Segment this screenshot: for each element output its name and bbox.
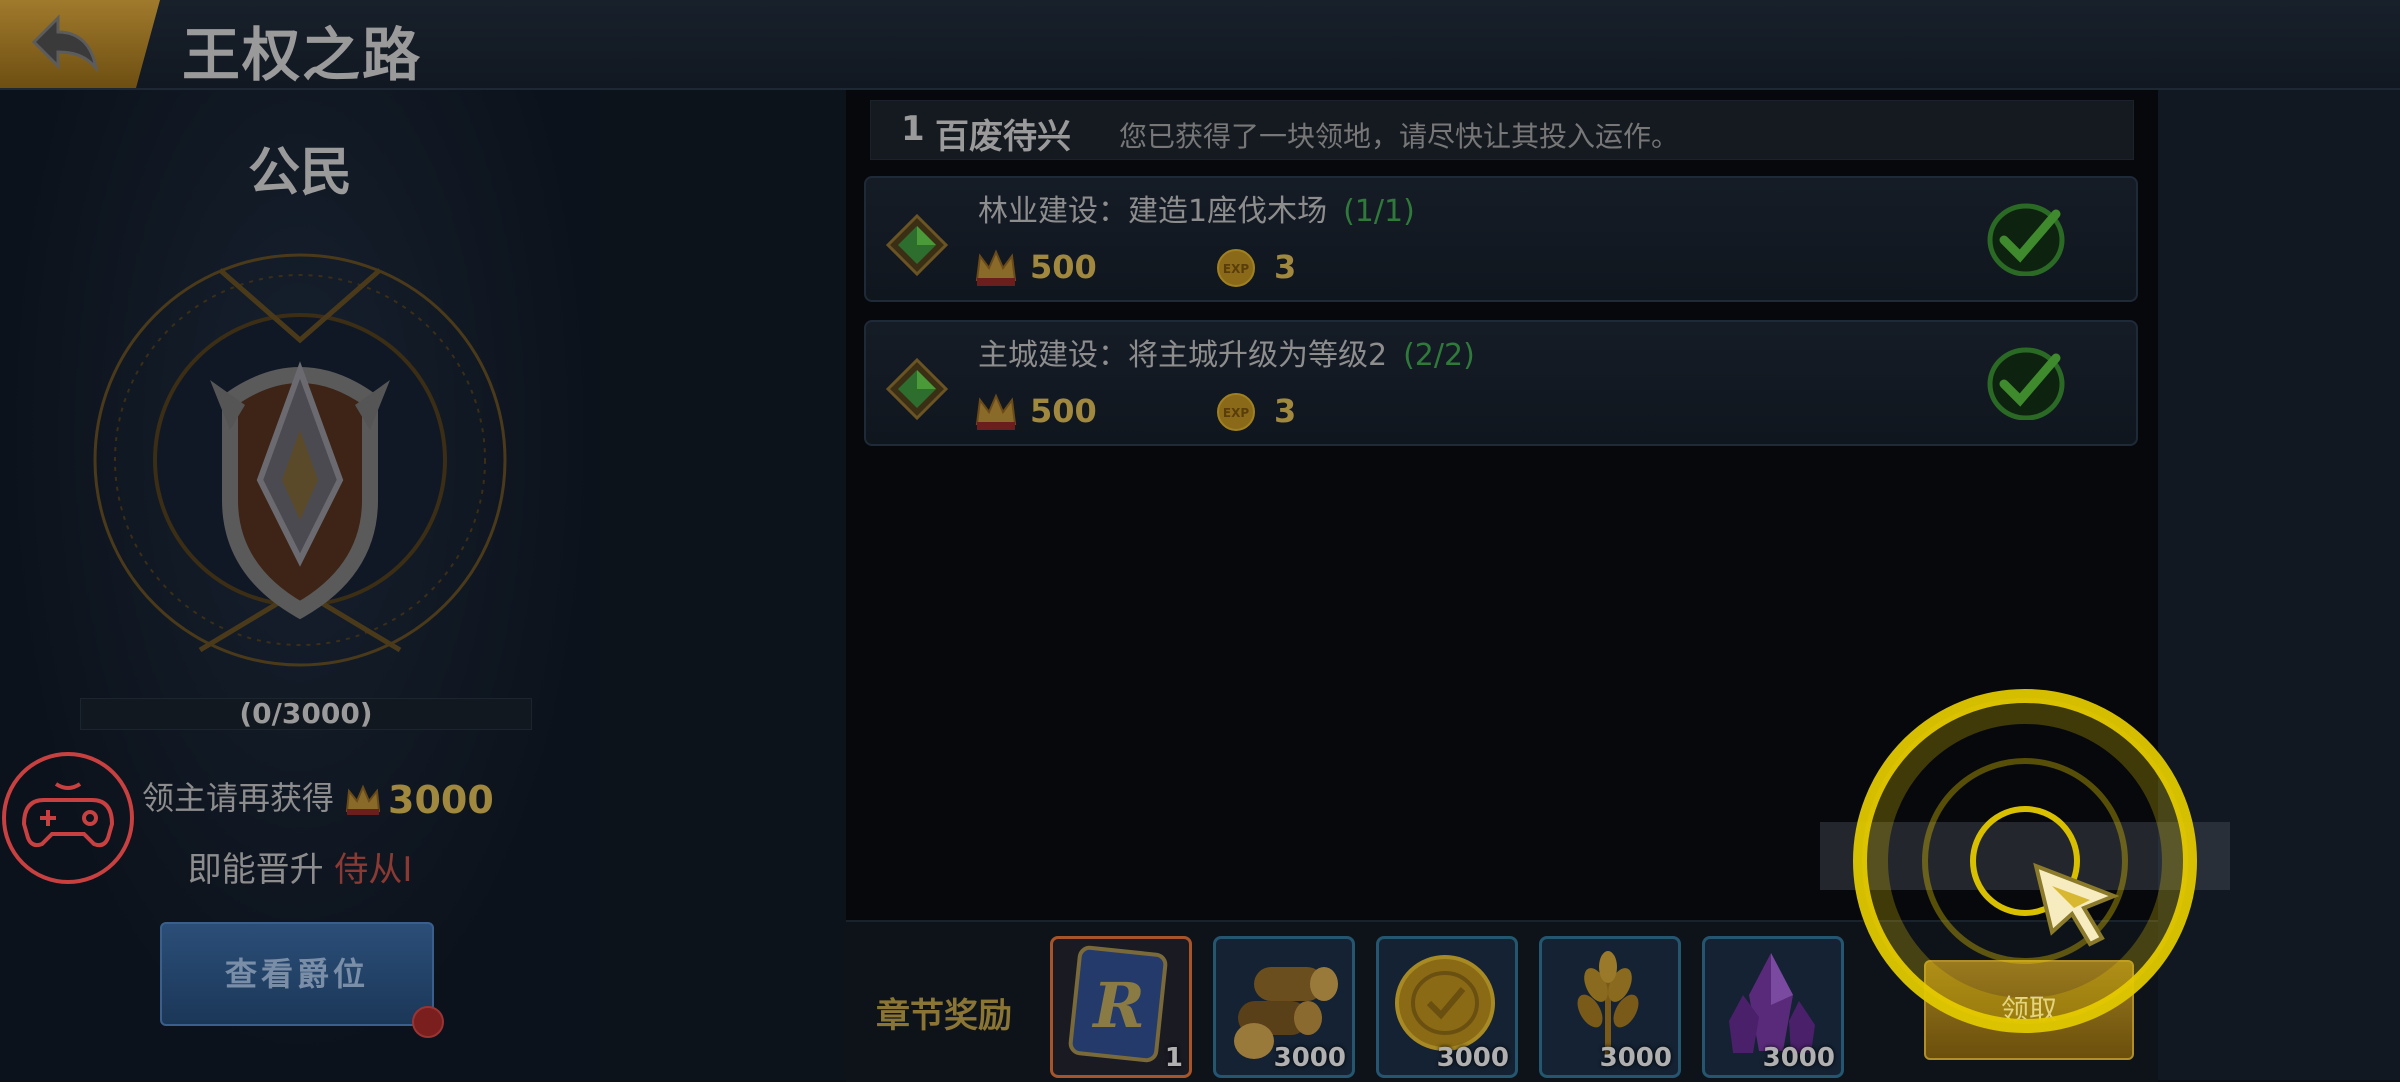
promotion-line: 即能晋升 侍从I xyxy=(0,842,600,891)
chapter-description: 您已获得了一块领地，请尽快让其投入运作。 xyxy=(1119,120,1680,153)
green-diamond-icon xyxy=(886,214,948,276)
chapter-rewards-label: 章节奖励 xyxy=(876,996,1012,1036)
green-diamond-icon xyxy=(886,358,948,420)
reward-count: 3000 xyxy=(1599,1043,1672,1073)
back-button[interactable] xyxy=(0,0,160,88)
promote-prefix: 即能晋升 xyxy=(187,850,324,890)
chapter-header: 1 百废待兴 您已获得了一块领地，请尽快让其投入运作。 xyxy=(870,100,2134,160)
tutorial-highlight-ring xyxy=(1853,689,2197,1033)
reward-slot[interactable]: 3000 xyxy=(1376,936,1518,1078)
task-row[interactable]: 主城建设：将主城升级为等级2 (2/2) 500 EXP 3 xyxy=(864,320,2138,446)
view-rank-button[interactable]: 查看爵位 xyxy=(160,922,434,1026)
rank-title: 公民 xyxy=(247,143,352,203)
reward-count: 3000 xyxy=(1273,1043,1346,1073)
crown-reward: 500 xyxy=(1030,392,1097,430)
reward-count: 3000 xyxy=(1762,1043,1835,1073)
exp-reward: 3 xyxy=(1274,392,1297,430)
task-label: 主城建设：将主城升级为等级2 xyxy=(978,338,1388,373)
r-card-icon: R xyxy=(1068,945,1168,1063)
reward-slot[interactable]: 3000 xyxy=(1539,936,1681,1078)
completed-check-icon xyxy=(1987,203,2065,276)
task-progress: (2/2) xyxy=(1403,338,1475,373)
rank-progress-text: (0/3000) xyxy=(239,697,373,730)
rank-shield-emblem xyxy=(93,253,507,667)
reward-count: 1 xyxy=(1164,1043,1183,1073)
page-title: 王权之路 xyxy=(182,21,423,89)
completed-check-icon xyxy=(1987,347,2065,420)
back-arrow-icon xyxy=(31,14,99,72)
exp-coin-icon: EXP xyxy=(1217,249,1255,287)
task-description: 主城建设：将主城升级为等级2 (2/2) xyxy=(978,330,1475,374)
svg-text:EXP: EXP xyxy=(1223,262,1249,276)
svg-text:R: R xyxy=(1091,969,1145,1042)
crown-icon xyxy=(975,249,1017,286)
exp-coin-icon: EXP xyxy=(1217,393,1255,431)
reward-slot[interactable]: 3000 xyxy=(1213,936,1355,1078)
reward-count: 3000 xyxy=(1436,1043,1509,1073)
task-label: 林业建设：建造1座伐木场 xyxy=(978,194,1328,229)
reward-slot[interactable]: 3000 xyxy=(1702,936,1844,1078)
promotion-requirement: 领主请再获得 3000 xyxy=(142,773,494,822)
chapter-name: 百废待兴 xyxy=(935,117,1071,157)
task-progress: (1/1) xyxy=(1343,194,1415,229)
rank-progress-bar: (0/3000) xyxy=(80,698,532,730)
top-bar: 王权之路 xyxy=(0,0,2400,90)
rank-panel: 公民 (0/3000) 领主请再获得 3000 即能晋升 侍从I 查看爵位 xyxy=(0,90,600,1080)
notification-dot xyxy=(412,1006,444,1038)
crown-reward: 500 xyxy=(1030,248,1097,286)
exp-reward: 3 xyxy=(1274,248,1297,286)
requirement-amount: 3000 xyxy=(388,778,494,822)
requirement-prefix: 领主请再获得 xyxy=(142,779,335,817)
crown-icon xyxy=(975,393,1017,430)
task-row[interactable]: 林业建设：建造1座伐木场 (1/1) 500 EXP 3 xyxy=(864,176,2138,302)
next-rank: 侍从I xyxy=(334,850,413,890)
panel-divider xyxy=(600,90,846,1080)
svg-text:EXP: EXP xyxy=(1223,406,1249,420)
pointer-cursor-icon xyxy=(2033,862,2120,947)
chapter-number: 1 xyxy=(901,109,925,149)
task-description: 林业建设：建造1座伐木场 (1/1) xyxy=(978,186,1415,230)
crown-icon xyxy=(345,784,381,815)
reward-slot[interactable]: R 1 xyxy=(1050,936,1192,1078)
